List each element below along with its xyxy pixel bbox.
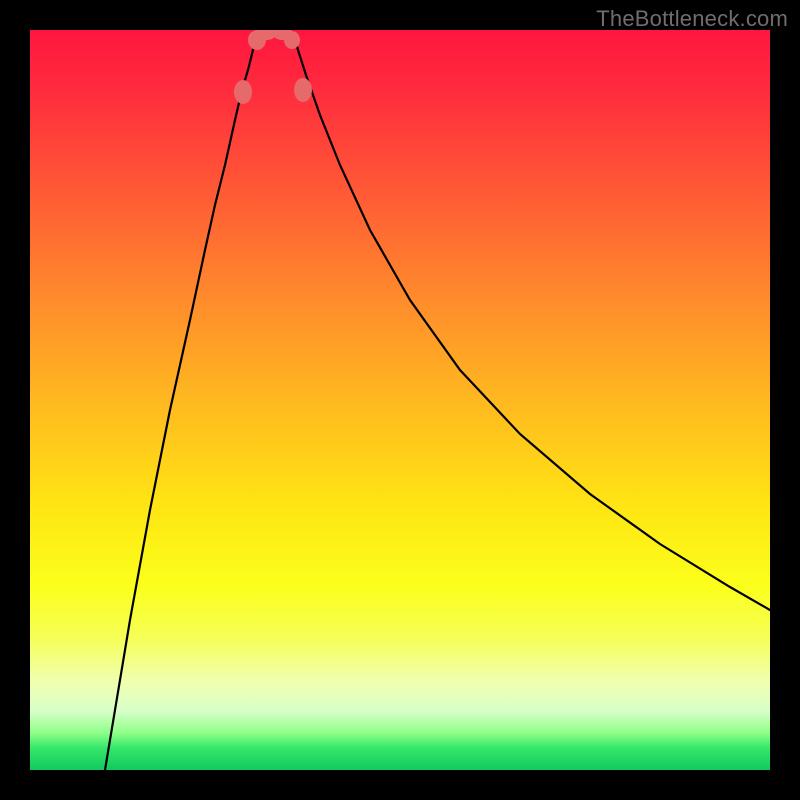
curve-right-branch bbox=[293, 32, 770, 610]
chart-frame: TheBottleneck.com bbox=[0, 0, 800, 800]
plot-area bbox=[30, 30, 770, 770]
valley-marker bbox=[234, 80, 252, 104]
valley-marker bbox=[294, 78, 312, 102]
curve-layer bbox=[30, 30, 770, 770]
watermark-label: TheBottleneck.com bbox=[596, 6, 788, 32]
curve-left-branch bbox=[105, 32, 256, 770]
valley-marker bbox=[284, 31, 300, 49]
valley-markers bbox=[234, 30, 312, 104]
